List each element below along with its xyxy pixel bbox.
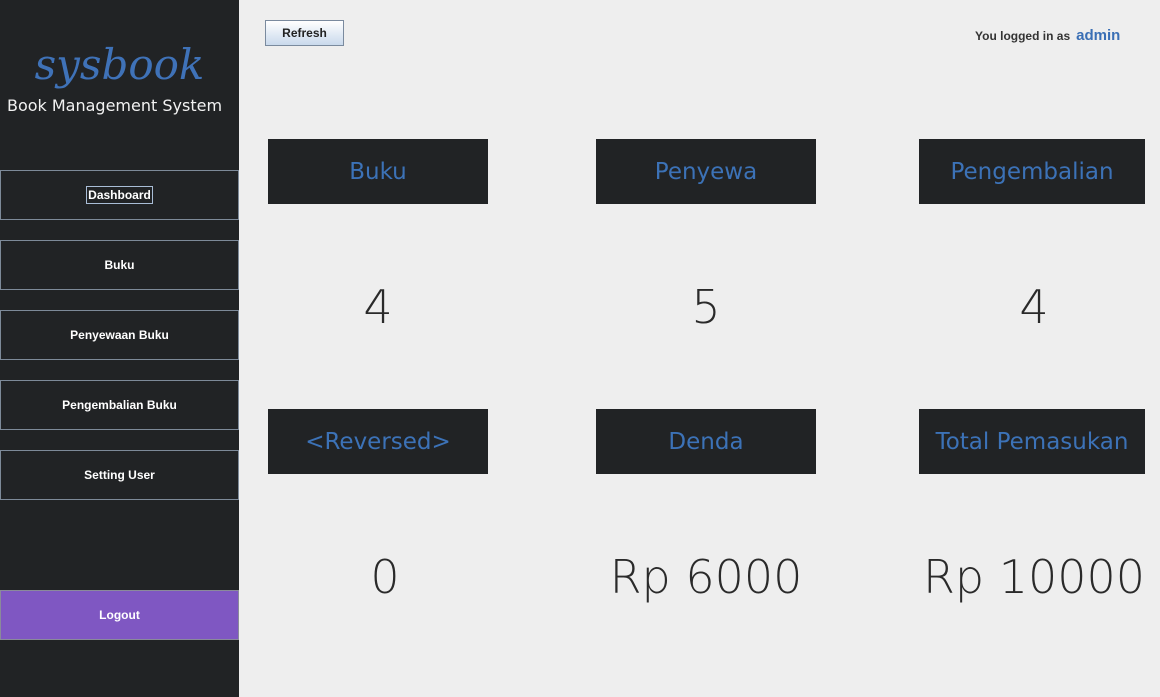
sidebar-item-setting-user[interactable]: Setting User — [0, 450, 239, 500]
sidebar-item-label: Pengembalian Buku — [62, 398, 177, 412]
card-value-buku: 4 — [363, 280, 393, 334]
sidebar: sysbook Book Management System Dashboard… — [0, 0, 239, 697]
login-prefix: You logged in as — [975, 29, 1071, 43]
sidebar-item-penyewaan-buku[interactable]: Penyewaan Buku — [0, 310, 239, 360]
username: admin — [1076, 27, 1121, 44]
sidebar-item-label: Penyewaan Buku — [70, 328, 169, 342]
sidebar-item-label: Dashboard — [86, 186, 153, 204]
sidebar-item-label: Buku — [104, 258, 135, 272]
sidebar-item-dashboard[interactable]: Dashboard — [0, 170, 239, 220]
sidebar-item-pengembalian-buku[interactable]: Pengembalian Buku — [0, 380, 239, 430]
card-value-penyewa: 5 — [691, 280, 721, 334]
logout-label: Logout — [99, 608, 140, 622]
app-logo: sysbook — [34, 40, 205, 89]
login-info: You logged in as admin — [975, 27, 1120, 44]
refresh-button[interactable]: Refresh — [265, 20, 344, 46]
app-subtitle: Book Management System — [6, 96, 223, 115]
sidebar-item-buku[interactable]: Buku — [0, 240, 239, 290]
card-value-denda: Rp 6000 — [609, 550, 803, 604]
card-title-reversed: <Reversed> — [268, 409, 488, 474]
card-title-denda: Denda — [596, 409, 816, 474]
card-title-total-pemasukan: Total Pemasukan — [919, 409, 1145, 474]
logout-button[interactable]: Logout — [0, 590, 239, 640]
card-title-pengembalian: Pengembalian — [919, 139, 1145, 204]
card-title-buku: Buku — [268, 139, 488, 204]
card-title-penyewa: Penyewa — [596, 139, 816, 204]
card-value-pengembalian: 4 — [1019, 280, 1049, 334]
sidebar-item-label: Setting User — [84, 468, 155, 482]
card-value-reversed: 0 — [370, 550, 400, 604]
card-value-total-pemasukan: Rp 10000 — [922, 550, 1146, 604]
